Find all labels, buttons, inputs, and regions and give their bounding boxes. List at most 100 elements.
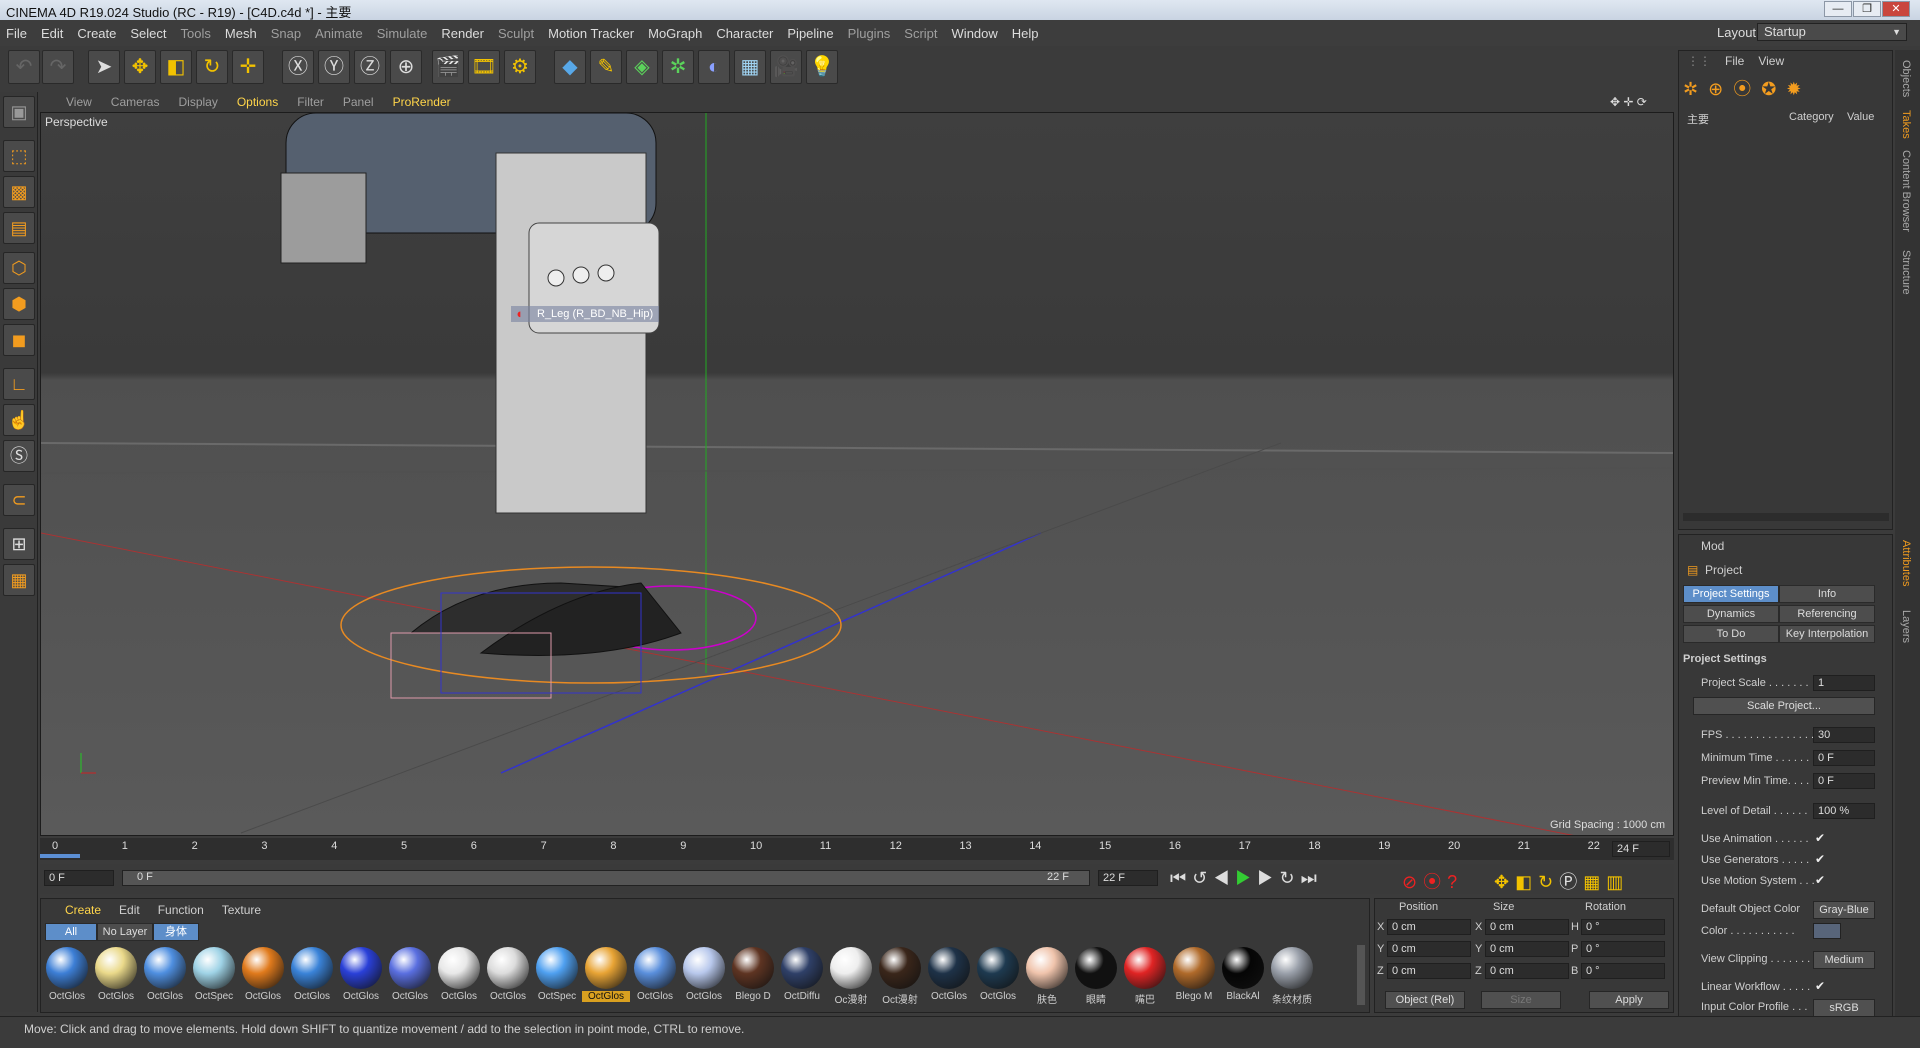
y-axis-lock-icon[interactable]: Ⓨ bbox=[318, 50, 350, 84]
coordinate-system-icon[interactable]: ⊕ bbox=[390, 50, 422, 84]
key-pla-icon[interactable]: ▦ bbox=[1583, 872, 1606, 892]
key-rotation-icon[interactable]: ↻ bbox=[1538, 872, 1559, 892]
sidetab-attributes[interactable]: Attributes bbox=[1900, 540, 1912, 586]
texture-mode-icon[interactable]: ▩ bbox=[3, 176, 35, 208]
pen-spline-icon[interactable]: ✎ bbox=[590, 50, 622, 84]
live-selection-icon[interactable]: ➤ bbox=[88, 50, 120, 84]
max-frame-field[interactable]: 22 F bbox=[1098, 870, 1158, 886]
lod-field[interactable]: 100 % bbox=[1813, 803, 1875, 819]
render-picture-viewer-icon[interactable]: 🎞 bbox=[468, 50, 500, 84]
view-clipping-dropdown[interactable]: Medium bbox=[1813, 951, 1875, 969]
use-animation-checkbox[interactable]: ✔ bbox=[1815, 831, 1825, 845]
scale-project-button[interactable]: Scale Project... bbox=[1693, 697, 1875, 715]
material-item[interactable]: OctGlos bbox=[43, 947, 91, 1003]
light-icon[interactable]: 💡 bbox=[806, 50, 838, 84]
menu-window[interactable]: Window bbox=[952, 26, 998, 41]
material-item[interactable]: OctGlos bbox=[435, 947, 483, 1003]
object-tool-5-icon[interactable]: ✹ bbox=[1786, 79, 1811, 99]
record-controls[interactable]: ⊘⦿? bbox=[1402, 868, 1463, 894]
subdivision-icon[interactable]: ◈ bbox=[626, 50, 658, 84]
object-tool-1-icon[interactable]: ✲ bbox=[1683, 79, 1708, 99]
material-item[interactable]: OctGlos bbox=[386, 947, 434, 1003]
material-item[interactable]: OctGlos bbox=[631, 947, 679, 1003]
viewport-menu-options[interactable]: Options bbox=[237, 95, 278, 109]
use-generators-checkbox[interactable]: ✔ bbox=[1815, 852, 1825, 866]
rotate-tool-icon[interactable]: ↻ bbox=[196, 50, 228, 84]
menu-file[interactable]: File bbox=[6, 26, 27, 41]
material-item[interactable]: Blego M bbox=[1170, 947, 1218, 1003]
deformer-icon[interactable]: ◐ bbox=[698, 50, 730, 84]
material-item[interactable]: 嘴巴 bbox=[1121, 947, 1169, 1006]
material-item[interactable]: OctGlos bbox=[141, 947, 189, 1003]
coord-position-field[interactable]: 0 cm bbox=[1387, 963, 1471, 979]
lock-workplane-icon[interactable]: ⊞ bbox=[3, 528, 35, 560]
playhead-range[interactable] bbox=[40, 854, 80, 858]
render-settings-icon[interactable]: ⚙ bbox=[504, 50, 536, 84]
default-color-dropdown[interactable]: Gray-Blue bbox=[1813, 901, 1875, 919]
viewport-menu-display[interactable]: Display bbox=[178, 95, 217, 109]
scale-tool-icon[interactable]: ◧ bbox=[160, 50, 192, 84]
timeline-ruler[interactable]: 0 1 2 3 4 5 6 7 8 9 10 11 12 13 14 15 16 17 18 19 20 21 22 24 … bbox=[40, 838, 1674, 860]
material-item[interactable]: OctGlos bbox=[288, 947, 336, 1003]
sidetab-content-browser[interactable]: Content Browser bbox=[1900, 150, 1912, 232]
key-type-controls[interactable]: ✥◧↻Ⓟ▦▥ bbox=[1494, 868, 1629, 894]
viewport-menu-prorender[interactable]: ProRender bbox=[393, 95, 451, 109]
material-menu-function[interactable]: Function bbox=[158, 903, 204, 917]
menu-snap[interactable]: Snap bbox=[271, 26, 301, 41]
coord-rotation-field[interactable]: 0 ° bbox=[1581, 919, 1665, 935]
layout-dropdown[interactable]: Startup ▼ bbox=[1757, 23, 1907, 41]
goto-start-icon[interactable]: ⏮ bbox=[1170, 868, 1192, 888]
material-item[interactable]: OctGlos bbox=[92, 947, 140, 1003]
material-item[interactable]: 条纹材质 bbox=[1268, 947, 1316, 1006]
3d-viewport[interactable]: Perspective ◖ R_Leg (R_BD_NB_Hip) Grid S… bbox=[40, 112, 1674, 836]
object-hscrollbar[interactable] bbox=[1683, 513, 1889, 521]
redo-icon[interactable]: ↷ bbox=[42, 50, 74, 84]
tab-project-settings[interactable]: Project Settings bbox=[1683, 585, 1779, 603]
viewport-menu-view[interactable]: View bbox=[66, 95, 92, 109]
coord-position-field[interactable]: 0 cm bbox=[1387, 919, 1471, 935]
solo-mode-icon[interactable]: Ⓢ bbox=[3, 440, 35, 472]
object-menu-view[interactable]: View bbox=[1758, 54, 1784, 68]
camera-icon[interactable]: 🎥 bbox=[770, 50, 802, 84]
menu-render[interactable]: Render bbox=[441, 26, 484, 41]
material-menu-create[interactable]: Create bbox=[65, 903, 101, 917]
edges-mode-icon[interactable]: ⬢ bbox=[3, 288, 35, 320]
menu-script[interactable]: Script bbox=[904, 26, 937, 41]
object-menu-file[interactable]: File bbox=[1725, 54, 1744, 68]
key-position-icon[interactable]: ✥ bbox=[1494, 872, 1515, 892]
sidetab-objects[interactable]: Objects bbox=[1900, 60, 1912, 97]
menu-sculpt[interactable]: Sculpt bbox=[498, 26, 534, 41]
input-profile-dropdown[interactable]: sRGB bbox=[1813, 999, 1875, 1017]
object-tool-3-icon[interactable]: ⦿ bbox=[1733, 79, 1761, 99]
menu-character[interactable]: Character bbox=[716, 26, 773, 41]
goto-end-icon[interactable]: ⏭ bbox=[1301, 868, 1323, 888]
viewport-menu-panel[interactable]: Panel bbox=[343, 95, 374, 109]
next-key-icon[interactable]: ↻ bbox=[1279, 868, 1300, 888]
attr-mode-menu[interactable]: Mod bbox=[1701, 539, 1724, 553]
maximize-button[interactable]: ❐ bbox=[1853, 1, 1881, 17]
menu-help[interactable]: Help bbox=[1012, 26, 1039, 41]
menu-create[interactable]: Create bbox=[77, 26, 116, 41]
material-item[interactable]: OctDiffu bbox=[778, 947, 826, 1003]
prev-key-icon[interactable]: ↺ bbox=[1192, 868, 1213, 888]
floor-icon[interactable]: ▦ bbox=[734, 50, 766, 84]
material-item[interactable]: OctGlos bbox=[239, 947, 287, 1003]
menu-mograph[interactable]: MoGraph bbox=[648, 26, 702, 41]
recent-tool-icon[interactable]: ✛ bbox=[232, 50, 264, 84]
minimize-button[interactable]: — bbox=[1824, 1, 1852, 17]
render-view-icon[interactable]: 🎬 bbox=[432, 50, 464, 84]
menu-animate[interactable]: Animate bbox=[315, 26, 363, 41]
keyframe-help-icon[interactable]: ? bbox=[1447, 872, 1463, 892]
project-scale-field[interactable]: 1 bbox=[1813, 675, 1875, 691]
material-item[interactable]: 肤色 bbox=[1023, 947, 1071, 1006]
material-item[interactable]: Oc漫射 bbox=[827, 947, 875, 1006]
cube-object-icon[interactable]: ◆ bbox=[554, 50, 586, 84]
object-tree-root[interactable]: 主要 bbox=[1687, 111, 1709, 127]
menu-mesh[interactable]: Mesh bbox=[225, 26, 257, 41]
material-item[interactable]: OctSpec bbox=[190, 947, 238, 1003]
tab-to-do[interactable]: To Do bbox=[1683, 625, 1779, 643]
object-toolbar[interactable]: ✲⊕⦿✪✹ bbox=[1683, 75, 1811, 101]
coord-size-field[interactable]: 0 cm bbox=[1485, 963, 1569, 979]
undo-icon[interactable]: ↶ bbox=[8, 50, 40, 84]
points-mode-icon[interactable]: ⬡ bbox=[3, 252, 35, 284]
